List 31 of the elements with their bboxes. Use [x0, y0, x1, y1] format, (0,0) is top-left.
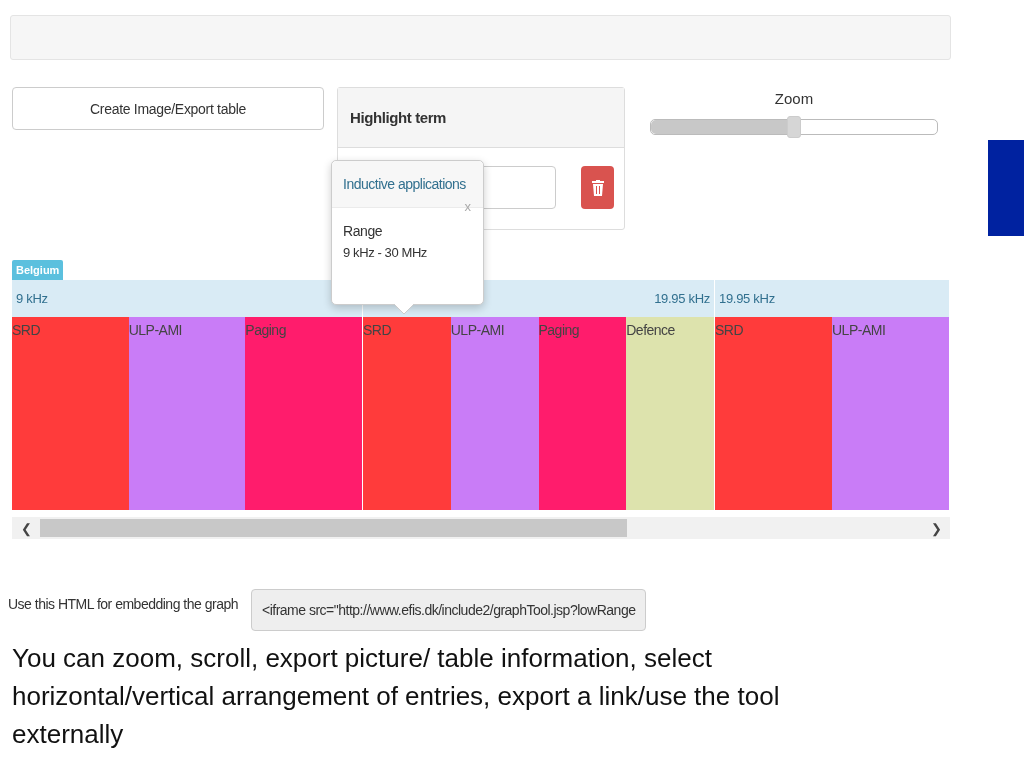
band-block[interactable]: Defence [626, 317, 714, 510]
embed-code-field[interactable]: <iframe src="http://www.efis.dk/include2/graphTool.jsp?lowRange [251, 589, 647, 631]
country-badge: Belgium [12, 260, 64, 280]
band-block[interactable]: SRD [715, 317, 832, 510]
close-button[interactable]: x [464, 199, 471, 214]
scrollbar-thumb[interactable] [40, 519, 627, 537]
embed-label: Use this HTML for embedding the graph [8, 596, 239, 612]
band-block[interactable]: Paging [538, 317, 627, 510]
frequency-label: 19.95 kHz [719, 291, 775, 306]
scroll-right-button[interactable]: ❯ [922, 520, 950, 536]
export-button[interactable]: Create Image/Export table [12, 87, 324, 130]
slider-thumb[interactable] [787, 116, 801, 138]
band-block[interactable]: ULP-AMI [832, 317, 949, 510]
band-block[interactable]: Paging [245, 317, 362, 510]
range-heading: Range [343, 223, 384, 239]
band-block[interactable]: ULP-AMI [128, 317, 246, 510]
delete-button[interactable] [581, 166, 614, 209]
trash-icon [591, 179, 604, 196]
frequency-label: 9 kHz [16, 291, 48, 306]
scroll-left-button[interactable]: ❮ [12, 520, 40, 536]
panel-title: Highlight term [350, 109, 447, 126]
band-block[interactable]: SRD [363, 317, 451, 510]
range-value: 9 kHz - 30 MHz [343, 245, 428, 260]
popover-title: Inductive applications [343, 176, 466, 192]
scrollbar[interactable]: ❮ ❯ [12, 517, 950, 539]
band-block[interactable]: SRD [12, 317, 129, 510]
caption-text: You can zoom, scroll, export picture/ table information, select horizontal/vertical arrangement of entries, export a link/use the tool externally [12, 642, 781, 751]
frequency-label: 19.95 kHz [654, 291, 710, 306]
zoom-label: Zoom [774, 90, 814, 107]
band-block[interactable]: ULP-AMI [450, 317, 539, 510]
zoom-slider[interactable] [650, 119, 938, 135]
